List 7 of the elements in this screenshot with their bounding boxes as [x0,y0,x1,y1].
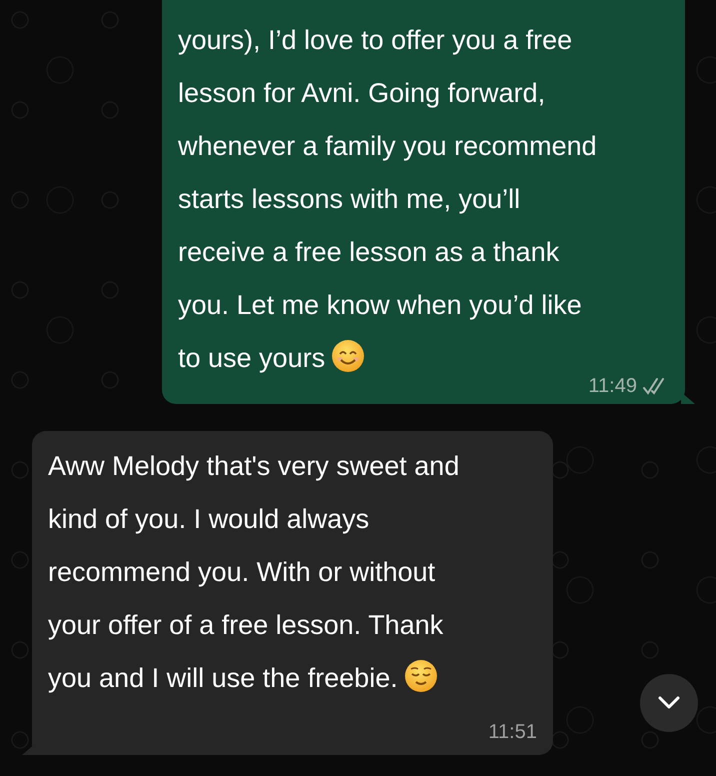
chevron-down-icon [658,696,680,710]
message-text: Aww Melody that's very sweet and kind of you. I would always recommend you. With or without your offer of a free lesson. Thank you and I will use the freebie. [48,450,460,695]
message-time: 11:51 [488,720,537,745]
message-time: 11:49 [588,374,637,399]
message-text: yours), I’d love to offer you a free lesson for Avni. Going forward, whenever a family you recommend starts lessons with me, you’ll receive a free lesson as a thank you. Let me know when you’d like to use yours [178,24,598,373]
smiling-face-icon [331,339,366,373]
relieved-face-icon [404,659,438,693]
